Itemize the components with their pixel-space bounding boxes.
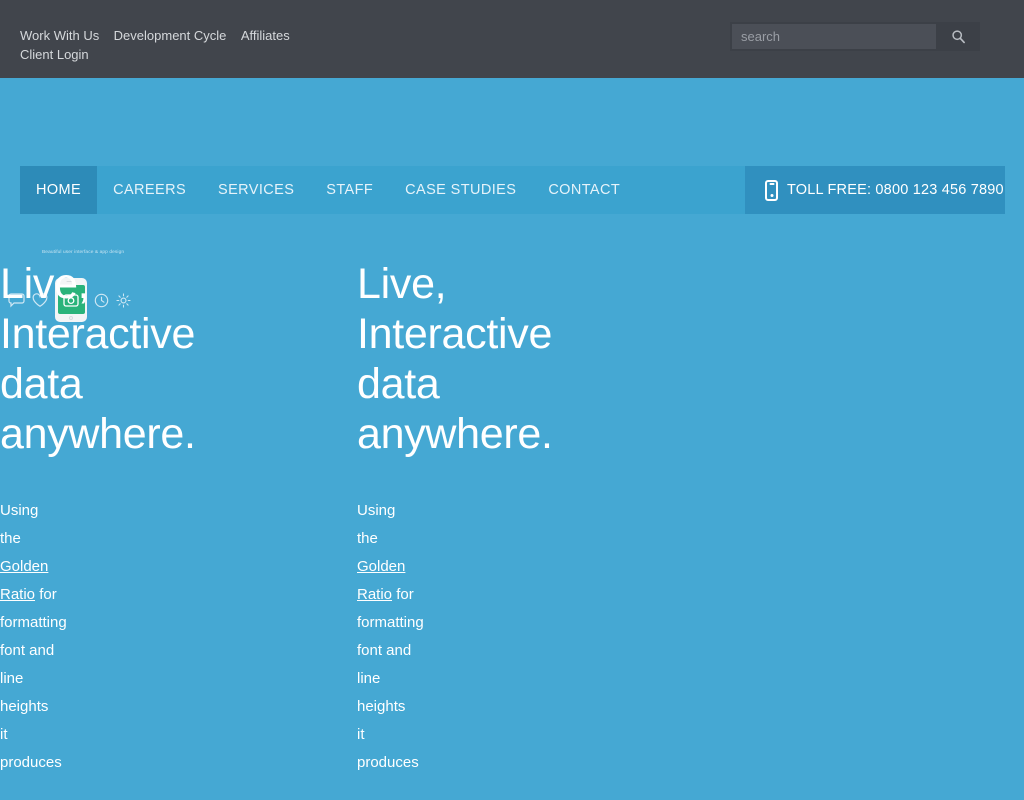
main-navigation: HOME CAREERS SERVICES STAFF CASE STUDIES…: [20, 166, 1005, 214]
nav-item-home[interactable]: HOME: [20, 166, 98, 214]
top-link-client-login[interactable]: Client Login: [20, 47, 89, 62]
search-icon: [951, 30, 965, 44]
top-link-work-with-us[interactable]: Work With Us: [20, 28, 99, 43]
carousel-slide-current: Live, Interactive data anywhere. Using t…: [0, 214, 620, 800]
nav-item-case-studies[interactable]: CASE STUDIES: [389, 166, 532, 214]
hero-paragraph: Using the Golden Ratio for formatting fo…: [357, 497, 424, 777]
nav-item-contact[interactable]: CONTACT: [532, 166, 636, 214]
hero-paragraph-after: for formatting font and line heights it …: [357, 586, 424, 771]
search-input[interactable]: [732, 24, 936, 49]
hero-carousel[interactable]: Beautiful user interface & app design Li…: [0, 214, 1024, 800]
logo-banner: [0, 78, 1024, 166]
top-link-affiliates[interactable]: Affiliates: [241, 28, 290, 43]
toll-free-label: TOLL FREE: 0800 123 456 7890: [787, 182, 1004, 198]
search-button[interactable]: [936, 22, 980, 51]
top-links: Work With Us Development Cycle Affiliate…: [20, 26, 320, 64]
mobile-phone-icon: [765, 179, 778, 201]
nav-items: HOME CAREERS SERVICES STAFF CASE STUDIES…: [20, 166, 636, 214]
top-utility-bar: Work With Us Development Cycle Affiliate…: [0, 0, 1024, 78]
nav-item-careers[interactable]: CAREERS: [97, 166, 202, 214]
nav-item-staff[interactable]: STAFF: [310, 166, 389, 214]
top-link-development-cycle[interactable]: Development Cycle: [114, 28, 227, 43]
nav-item-services[interactable]: SERVICES: [202, 166, 310, 214]
hero-headline: Live, Interactive data anywhere.: [357, 260, 553, 458]
hero-paragraph-before: Using the: [357, 502, 396, 547]
search-box: [730, 22, 980, 51]
toll-free-banner[interactable]: TOLL FREE: 0800 123 456 7890: [745, 166, 1005, 214]
